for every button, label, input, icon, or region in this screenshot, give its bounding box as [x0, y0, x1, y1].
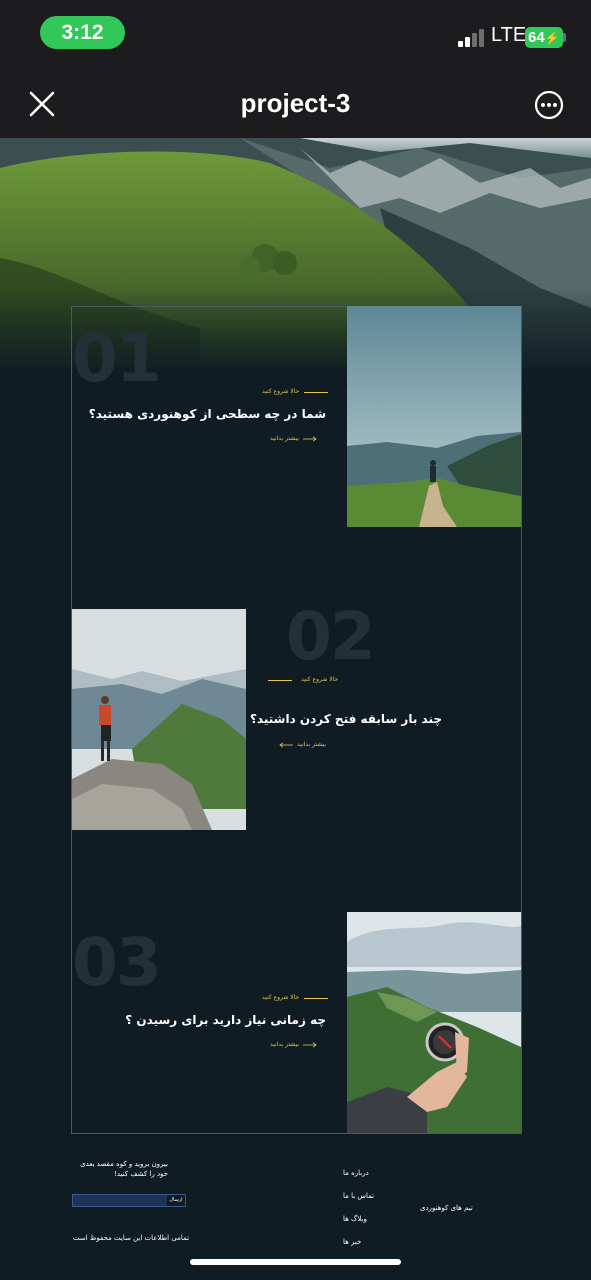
footer-link-contact[interactable]: تماس با ما [343, 1192, 374, 1200]
footer-tagline-line1: بیرون بروید و کوه مقصد بعدی [80, 1160, 168, 1168]
status-bar: 3:12 LTE 64⚡ [0, 0, 591, 70]
footer-tagline-line2: خود را کشف کنید! [114, 1170, 168, 1178]
newsletter-input[interactable]: ارسال [72, 1194, 186, 1207]
footer-brand: تیم های کوهنوردی [420, 1204, 473, 1212]
section-kicker-2: حالا شروع کنید [301, 676, 339, 683]
learn-more-link-3[interactable]: بیشتر بدانید [270, 1041, 299, 1048]
footer-link-news[interactable]: خبر ها [343, 1238, 361, 1246]
kicker-line-2 [268, 680, 292, 681]
battery-cap [563, 33, 566, 42]
signal-icon [458, 29, 486, 47]
section-number-3: 03 [72, 924, 162, 1001]
home-indicator[interactable] [190, 1259, 401, 1265]
arrow-right-icon [303, 436, 317, 442]
network-type: LTE [491, 24, 527, 46]
section-headline-2: چند بار سابقه فتح کردن داشتید؟ [249, 712, 442, 726]
nav-bar: project-3 [0, 70, 591, 138]
web-content: 01 حالا شروع کنید شما در چه سطحی از کوهن… [0, 138, 591, 1280]
section-kicker-3: حالا شروع کنید [262, 994, 300, 1001]
footer-copyright: تمامی اطلاعات این سایت محفوظ است [73, 1234, 190, 1242]
footer-link-about[interactable]: درباره ما [343, 1169, 369, 1177]
section-kicker-1: حالا شروع کنید [262, 388, 300, 395]
kicker-line-3 [304, 998, 328, 999]
battery-level: 64 [528, 29, 545, 46]
kicker-line-1 [304, 392, 328, 393]
send-button[interactable]: ارسال [167, 1195, 185, 1206]
compass-hand-photo [347, 912, 521, 1133]
arrow-left-icon [279, 742, 293, 748]
section-headline-1: شما در چه سطحی از کوهنوردی هستید؟ [88, 407, 326, 421]
status-time: 3:12 [40, 16, 125, 49]
learn-more-link-1[interactable]: بیشتر بدانید [270, 435, 299, 442]
learn-more-link-2[interactable]: بیشتر بدانید [297, 741, 326, 748]
more-options-icon[interactable] [534, 90, 564, 120]
footer-link-blog[interactable]: وبلاگ ها [343, 1215, 367, 1223]
section-number-1: 01 [72, 320, 162, 397]
footer-tagline: بیرون بروید و کوه مقصد بعدی خود را کشف ک… [73, 1159, 168, 1179]
page-title: project-3 [240, 88, 351, 118]
section-headline-3: چه زمانی نیاز دارید برای رسیدن ؟ [125, 1013, 326, 1027]
battery-icon: 64⚡ [525, 27, 563, 48]
section-number-2: 02 [286, 598, 376, 675]
hiker-trail-photo [347, 306, 521, 527]
arrow-right-icon [303, 1042, 317, 1048]
hiker-rock-photo [72, 609, 246, 830]
